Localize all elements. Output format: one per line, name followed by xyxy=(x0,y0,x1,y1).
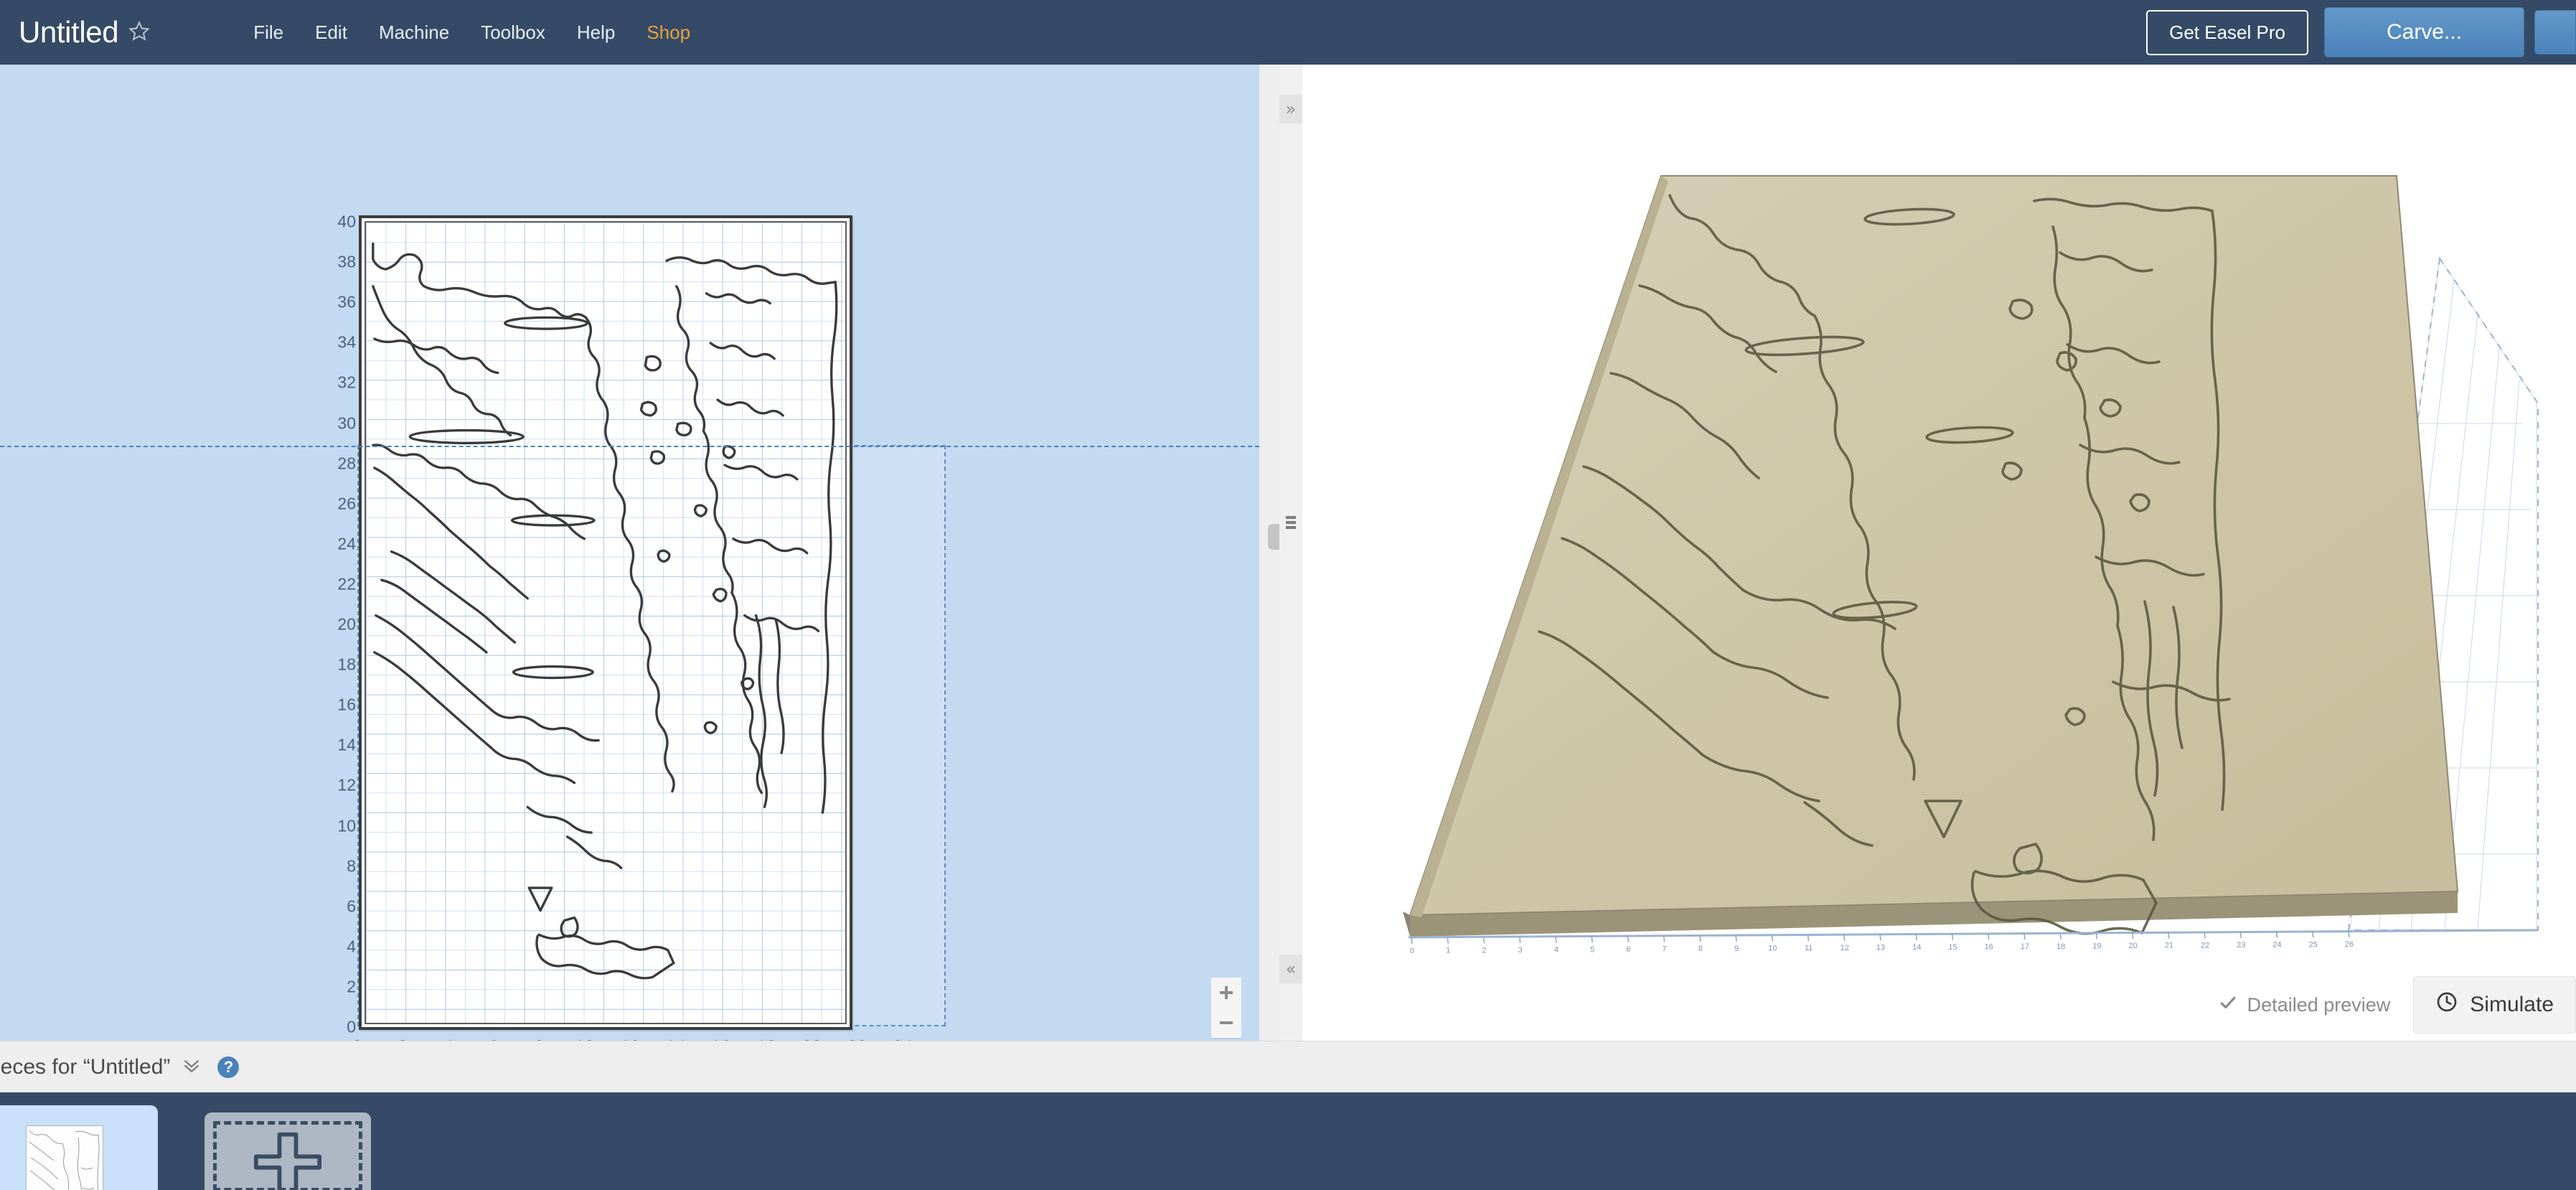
top-actions: Get Easel Pro Carve... xyxy=(2146,0,2576,65)
material-board-outline[interactable] xyxy=(359,215,852,1030)
carve-overflow-button[interactable] xyxy=(2534,10,2576,55)
three-d-preview-panel[interactable]: 0 1 2 3 4 5 6 7 8 9 10 11 12 13 14 15 16 17 18 19 20 21 22 23 24… xyxy=(1302,65,2576,1041)
chevron-double-down-icon[interactable] xyxy=(182,1057,202,1078)
selection-guide-line xyxy=(0,446,1259,447)
piece-card-selected[interactable] xyxy=(0,1105,158,1190)
carve-button[interactable]: Carve... xyxy=(2323,7,2524,57)
y-axis-tick: 22 xyxy=(337,574,356,594)
pieces-title: ieces for “Untitled” xyxy=(0,1054,171,1079)
y-axis-tick: 16 xyxy=(337,695,356,714)
y-axis-tick: 10 xyxy=(337,816,356,835)
y-axis-tick: 0 xyxy=(347,1017,356,1036)
board-top-face xyxy=(1409,175,2459,917)
expand-panel-button[interactable]: » xyxy=(1279,95,1302,123)
menu-edit[interactable]: Edit xyxy=(299,22,363,44)
pieces-bar: ieces for “Untitled” ? xyxy=(0,1041,2576,1092)
zoom-controls xyxy=(1211,978,1241,1039)
chesapeake-map-vector[interactable] xyxy=(362,218,850,1023)
add-piece-button[interactable] xyxy=(205,1112,371,1190)
menu-shop[interactable]: Shop xyxy=(631,22,706,44)
design-canvas[interactable]: 0246810121416182022242628303234363840 02… xyxy=(0,65,1259,1041)
get-easel-pro-button[interactable]: Get Easel Pro xyxy=(2146,9,2308,55)
piece-thumbnail-map xyxy=(27,1126,103,1190)
clock-icon xyxy=(2435,990,2458,1019)
menu-toolbox[interactable]: Toolbox xyxy=(465,22,561,44)
y-axis-tick: 2 xyxy=(347,977,356,996)
three-d-preview-render[interactable] xyxy=(1302,65,2576,1041)
detailed-preview-toggle[interactable]: Detailed preview xyxy=(2219,993,2391,1017)
menu-help[interactable]: Help xyxy=(561,22,631,44)
plus-icon xyxy=(253,1132,322,1190)
menu-file[interactable]: File xyxy=(238,22,299,44)
y-axis-tick: 18 xyxy=(337,655,356,674)
y-axis-tick: 12 xyxy=(337,775,356,795)
y-axis-tick: 4 xyxy=(347,937,356,956)
y-axis-tick: 30 xyxy=(337,413,356,432)
y-axis-tick: 32 xyxy=(337,373,356,392)
zoom-in-button[interactable] xyxy=(1211,978,1241,1008)
y-axis-tick: 8 xyxy=(347,856,356,876)
y-axis-tick: 36 xyxy=(337,292,356,311)
collapse-panel-button[interactable]: « xyxy=(1279,955,1302,983)
page-title[interactable]: Untitled xyxy=(19,17,119,47)
y-axis-tick: 20 xyxy=(337,614,356,634)
y-axis: 0 2 4 6 8 10 12 14 16 18 20 22 24 26 28 30 32 34 36 38 40 xyxy=(324,212,356,1036)
help-icon[interactable]: ? xyxy=(217,1056,240,1078)
project-title-group: Untitled xyxy=(19,17,151,47)
y-axis-tick: 24 xyxy=(337,534,356,553)
y-axis-tick: 40 xyxy=(337,212,356,231)
main-menu: File Edit Machine Toolbox Help Shop xyxy=(238,22,706,44)
panel-collapse-strip: » « xyxy=(1279,65,1302,1041)
y-axis-tick: 6 xyxy=(347,896,356,916)
y-axis-tick: 26 xyxy=(337,494,356,513)
design-canvas-panel[interactable]: 0246810121416182022242628303234363840 02… xyxy=(0,65,1259,1041)
y-axis-tick: 14 xyxy=(337,735,356,754)
pieces-tray xyxy=(0,1092,2576,1190)
piece-thumbnail xyxy=(26,1125,103,1190)
favorite-star-icon[interactable] xyxy=(128,20,151,45)
y-axis-tick: 34 xyxy=(337,332,356,352)
detailed-preview-label: Detailed preview xyxy=(2247,993,2391,1016)
simulate-button[interactable]: Simulate xyxy=(2413,976,2576,1034)
y-axis-tick: 28 xyxy=(337,454,356,473)
splitter-dots-handle[interactable] xyxy=(1282,510,1300,535)
check-icon xyxy=(2219,993,2237,1017)
preview-footer: Detailed preview Simulate xyxy=(1302,969,2576,1041)
zoom-out-button[interactable] xyxy=(1211,1008,1241,1038)
menu-machine[interactable]: Machine xyxy=(363,22,465,44)
y-axis-tick: 38 xyxy=(337,252,356,271)
simulate-label: Simulate xyxy=(2470,993,2554,1016)
top-navigation-bar: Untitled File Edit Machine Toolbox Help … xyxy=(0,0,2576,65)
